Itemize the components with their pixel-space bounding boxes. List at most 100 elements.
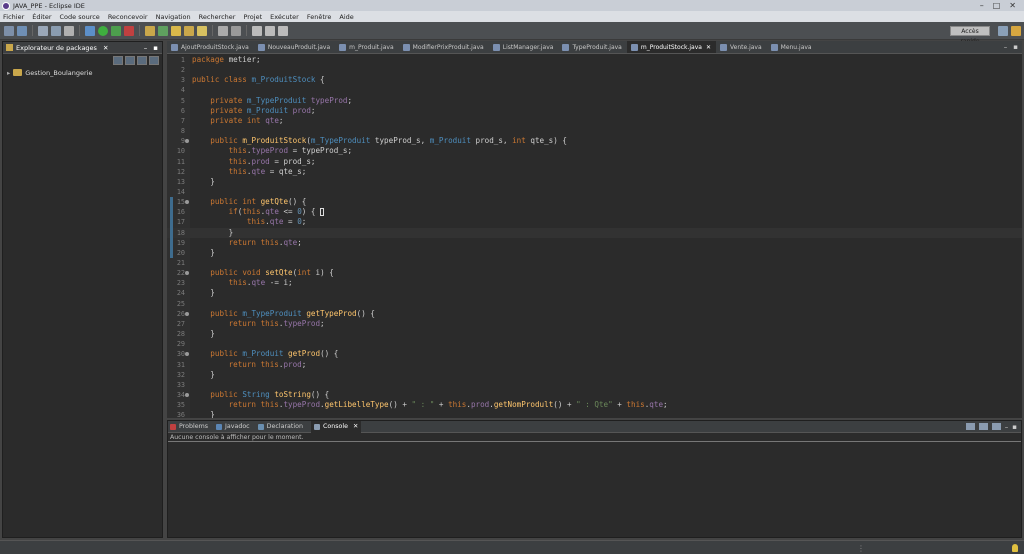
- fold-icon[interactable]: [185, 311, 189, 316]
- collapse-all-icon[interactable]: [113, 56, 123, 65]
- maximize-icon[interactable]: □: [993, 1, 1001, 10]
- pen-icon[interactable]: [197, 25, 207, 36]
- minimize-icon[interactable]: –: [1004, 43, 1008, 51]
- fold-icon[interactable]: [185, 392, 189, 397]
- code-line[interactable]: 28 }: [167, 329, 1022, 339]
- new-class-icon[interactable]: [158, 25, 168, 36]
- code-line[interactable]: 6 private m_Produit prod;: [167, 106, 1022, 116]
- menu-item-0[interactable]: Fichier: [3, 13, 24, 21]
- toggle-icon[interactable]: [64, 25, 74, 36]
- coverage-icon[interactable]: [111, 25, 121, 36]
- menu-item-5[interactable]: Rechercher: [199, 13, 236, 21]
- editor-tab[interactable]: ModifierPrixProduit.java: [399, 41, 489, 53]
- code-line[interactable]: 10 this.typeProd = typeProd_s;: [167, 146, 1022, 156]
- new-icon[interactable]: [4, 25, 14, 36]
- editor-tab[interactable]: TypeProduit.java: [558, 41, 626, 53]
- code-line[interactable]: 23 this.qte -= i;: [167, 278, 1022, 288]
- close-tab-icon[interactable]: ✕: [706, 44, 711, 51]
- code-line[interactable]: 5 private m_TypeProduit typeProd;: [167, 96, 1022, 106]
- console-tab-declaration[interactable]: Declaration: [257, 423, 303, 430]
- code-line[interactable]: 9 public m_ProduitStock(m_TypeProduit ty…: [167, 136, 1022, 146]
- minimize-icon[interactable]: –: [144, 44, 148, 52]
- maximize-icon[interactable]: ▪: [153, 44, 158, 52]
- print-icon[interactable]: [38, 25, 48, 36]
- code-line[interactable]: 22 public void setQte(int i) {: [167, 268, 1022, 278]
- code-line[interactable]: 18 }: [167, 227, 1022, 238]
- open-type-icon[interactable]: [51, 25, 61, 36]
- annotation-icon[interactable]: [218, 25, 228, 36]
- code-line[interactable]: 20 }: [167, 247, 1022, 258]
- quick-access-field[interactable]: Accès rapide: [950, 26, 990, 45]
- code-line[interactable]: 2: [167, 65, 1022, 75]
- perspective-icon[interactable]: [998, 26, 1008, 36]
- code-line[interactable]: 12 this.qte = qte_s;: [167, 167, 1022, 177]
- minimize-icon[interactable]: –: [980, 1, 984, 10]
- menu-item-2[interactable]: Code source: [60, 13, 100, 21]
- code-line[interactable]: 31 return this.prod;: [167, 360, 1022, 370]
- code-line[interactable]: 35 return this.typeProd.getLibelleType()…: [167, 400, 1022, 410]
- close-icon[interactable]: ✕: [103, 44, 108, 52]
- new-package-icon[interactable]: [145, 25, 155, 36]
- filter-icon[interactable]: [137, 56, 147, 65]
- code-line[interactable]: 13 }: [167, 177, 1022, 187]
- minimize-icon[interactable]: –: [1005, 423, 1009, 431]
- menu-item-6[interactable]: Projet: [243, 13, 262, 21]
- console-tab-problems[interactable]: Problems: [170, 423, 208, 430]
- open-console-icon[interactable]: [991, 423, 1001, 430]
- code-line[interactable]: 25: [167, 299, 1022, 309]
- editor-tab[interactable]: m_ProduitStock.java ✕: [626, 41, 716, 53]
- menu-item-1[interactable]: Éditer: [32, 13, 51, 21]
- editor-tab[interactable]: AjoutProduitStock.java: [167, 41, 254, 53]
- menu-item-8[interactable]: Fenêtre: [307, 13, 332, 21]
- external-tools-icon[interactable]: [124, 25, 134, 36]
- code-line[interactable]: 32 }: [167, 370, 1022, 380]
- menu-item-3[interactable]: Reconcevoir: [108, 13, 148, 21]
- editor-tab[interactable]: ListManager.java: [489, 41, 559, 53]
- code-line[interactable]: 11 this.prod = prod_s;: [167, 157, 1022, 167]
- code-area[interactable]: 1 package metier; 2 3 public class m_Produit…: [167, 55, 1022, 418]
- view-menu-icon[interactable]: [149, 56, 159, 65]
- pin-console-icon[interactable]: [978, 423, 988, 430]
- menu-item-4[interactable]: Navigation: [156, 13, 191, 21]
- link-editor-icon[interactable]: [125, 56, 135, 65]
- code-line[interactable]: 33: [167, 380, 1022, 390]
- menu-item-7[interactable]: Exécuter: [270, 13, 299, 21]
- package-explorer-title[interactable]: Explorateur de packages: [16, 44, 97, 52]
- editor-tab[interactable]: Vente.java: [716, 41, 767, 53]
- fold-icon[interactable]: [185, 352, 189, 357]
- search-icon[interactable]: [184, 25, 194, 36]
- fold-icon[interactable]: [185, 200, 189, 205]
- maximize-icon[interactable]: ▪: [1013, 43, 1018, 51]
- fold-icon[interactable]: [185, 139, 189, 144]
- open-folder-icon[interactable]: [171, 25, 181, 36]
- console-display-icon[interactable]: [965, 423, 975, 430]
- expand-arrow-icon[interactable]: ▸: [7, 69, 10, 77]
- console-tab-javadoc[interactable]: Javadoc: [216, 423, 250, 430]
- editor-tab[interactable]: NouveauProduit.java: [254, 41, 335, 53]
- code-line[interactable]: 8: [167, 126, 1022, 136]
- code-line[interactable]: 27 return this.typeProd;: [167, 319, 1022, 329]
- code-line[interactable]: 1 package metier;: [167, 55, 1022, 65]
- code-line[interactable]: 21: [167, 258, 1022, 268]
- forward-icon[interactable]: [265, 25, 275, 36]
- fold-icon[interactable]: [185, 271, 189, 276]
- code-line[interactable]: 30 public m_Produit getProd() {: [167, 349, 1022, 359]
- code-line[interactable]: 34 public String toString() {: [167, 390, 1022, 400]
- code-line[interactable]: 15 public int getQte() {: [167, 197, 1022, 208]
- code-line[interactable]: 36 }: [167, 410, 1022, 418]
- maximize-icon[interactable]: ▪: [1012, 423, 1017, 431]
- code-line[interactable]: 16 if(this.qte <= 0) {: [167, 207, 1022, 218]
- code-line[interactable]: 24 }: [167, 288, 1022, 298]
- close-icon[interactable]: ✕: [353, 423, 358, 430]
- code-line[interactable]: 7 private int qte;: [167, 116, 1022, 126]
- code-line[interactable]: 17 this.qte = 0;: [167, 217, 1022, 228]
- debug-icon[interactable]: [85, 25, 95, 36]
- code-line[interactable]: 19 return this.qte;: [167, 237, 1022, 248]
- code-line[interactable]: 3 public class m_ProduitStock {: [167, 75, 1022, 85]
- save-icon[interactable]: [17, 25, 27, 36]
- close-icon[interactable]: ✕: [1009, 1, 1016, 10]
- java-perspective-icon[interactable]: [1011, 26, 1021, 36]
- tree-item-project[interactable]: ▸ Gestion_Boulangerie: [3, 67, 162, 78]
- code-line[interactable]: 14: [167, 187, 1022, 197]
- code-line[interactable]: 29: [167, 339, 1022, 349]
